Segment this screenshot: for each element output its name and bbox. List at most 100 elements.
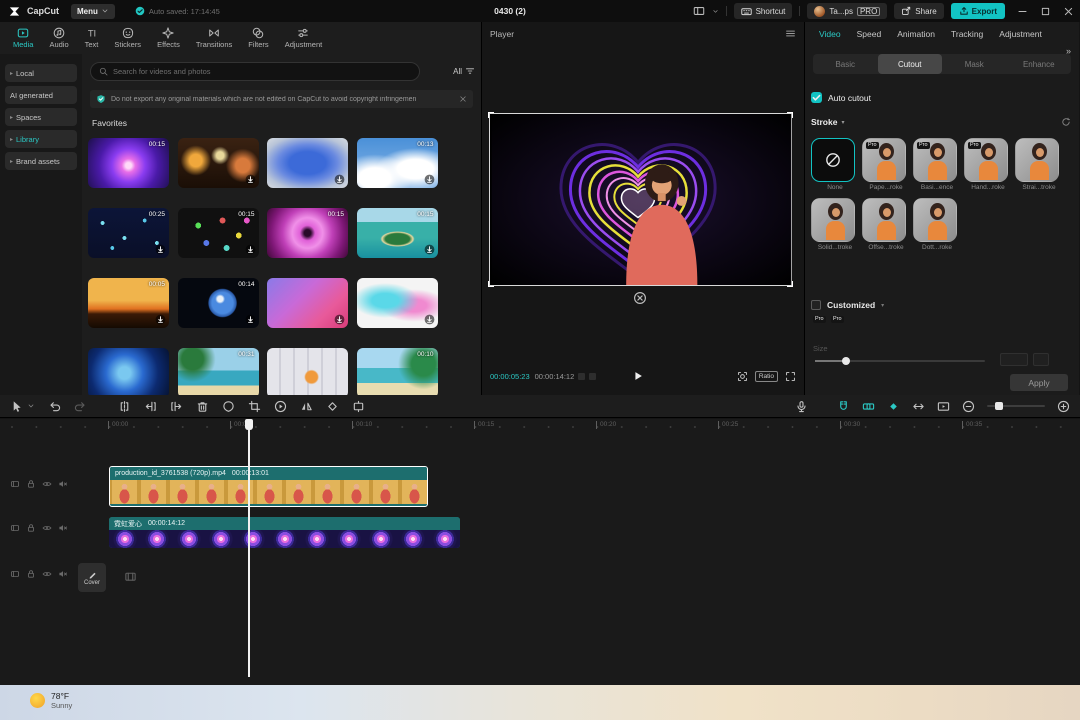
delete-left-icon[interactable] xyxy=(144,400,157,413)
frame-step-button[interactable] xyxy=(578,373,585,380)
stroke-option-offse-troke[interactable]: Offse...troke xyxy=(862,198,913,251)
preview-axis-icon[interactable] xyxy=(937,400,950,413)
close-button[interactable] xyxy=(1063,6,1074,17)
media-thumb-blue-heart[interactable] xyxy=(88,348,169,395)
track-icon[interactable] xyxy=(10,569,20,579)
apply-button[interactable]: Apply xyxy=(1010,374,1068,391)
download-icon[interactable] xyxy=(245,314,256,325)
freeze-icon[interactable] xyxy=(326,400,339,413)
cover-button[interactable]: Cover xyxy=(78,563,106,592)
shortcut-button[interactable]: Shortcut xyxy=(734,3,793,19)
player-menu-icon[interactable] xyxy=(785,28,796,39)
download-icon[interactable] xyxy=(245,174,256,185)
zoom-out-icon[interactable] xyxy=(962,400,975,413)
media-thumb-keyboard-hand[interactable] xyxy=(267,348,348,395)
tab-effects[interactable]: Effects xyxy=(150,23,187,53)
subtab-enhance[interactable]: Enhance xyxy=(1007,54,1072,74)
speed-icon[interactable] xyxy=(274,400,287,413)
sidebar-item-brand-assets[interactable]: ▸Brand assets xyxy=(5,152,77,170)
mirror-icon[interactable] xyxy=(300,400,313,413)
menu-button[interactable]: Menu xyxy=(71,4,115,19)
media-thumb-night-particles[interactable]: 00:25 xyxy=(88,208,169,258)
frame-step-button[interactable] xyxy=(589,373,596,380)
stroke-option-basi-ence[interactable]: ProBasi...ence xyxy=(913,138,964,191)
selection-handle[interactable] xyxy=(488,281,494,287)
download-icon[interactable] xyxy=(424,174,435,185)
maximize-button[interactable] xyxy=(1040,6,1051,17)
share-button[interactable]: Share xyxy=(894,3,943,19)
timeline-clip-video[interactable]: production_id_3761538 (720p).mp4 00:00:1… xyxy=(109,466,428,507)
slider-knob[interactable] xyxy=(842,357,850,365)
eye-icon[interactable] xyxy=(42,523,52,533)
stroke-option-dott-roke[interactable]: Dott...roke xyxy=(913,198,964,251)
eye-icon[interactable] xyxy=(42,479,52,489)
customized-checkbox[interactable]: Customized ▾ xyxy=(811,300,884,310)
media-thumb-color-stars[interactable]: 00:15 xyxy=(178,208,259,258)
tab-audio[interactable]: Audio xyxy=(42,23,75,53)
selection-handle[interactable] xyxy=(488,112,494,118)
redo-icon[interactable] xyxy=(74,400,87,413)
media-thumb-pink-gradient[interactable] xyxy=(267,278,348,328)
timeline-clip-background[interactable]: 霓虹爱心 00:00:14:12 xyxy=(109,517,460,548)
tab-adjustment[interactable]: Adjustment xyxy=(278,23,330,53)
minimize-button[interactable] xyxy=(1017,6,1028,17)
crop-icon[interactable] xyxy=(248,400,261,413)
zoom-in-icon[interactable] xyxy=(1057,400,1070,413)
video-preview[interactable] xyxy=(489,113,792,286)
filter-all-button[interactable]: All xyxy=(453,66,475,76)
layout-icon[interactable] xyxy=(693,5,705,17)
track-icon[interactable] xyxy=(10,479,20,489)
sidebar-item-local[interactable]: ▸Local xyxy=(5,64,77,82)
sidebar-item-library[interactable]: ▸Library xyxy=(5,130,77,148)
timeline[interactable]: 00:0000:0500:1000:1500:2000:2500:3000:35… xyxy=(0,419,1080,685)
eye-icon[interactable] xyxy=(42,569,52,579)
selection-handle[interactable] xyxy=(787,112,793,118)
tab-media[interactable]: Media xyxy=(6,23,40,53)
sidebar-item-spaces[interactable]: ▸Spaces xyxy=(5,108,77,126)
delete-icon[interactable] xyxy=(196,400,209,413)
reframe-icon[interactable] xyxy=(352,400,365,413)
adapt-timeline-icon[interactable] xyxy=(912,400,925,413)
undo-icon[interactable] xyxy=(48,400,61,413)
chevron-down-icon[interactable] xyxy=(712,8,719,15)
media-thumb-pink-heart-tunnel[interactable]: 00:15 xyxy=(267,208,348,258)
inspector-tab-animation[interactable]: Animation xyxy=(897,29,935,39)
reset-icon[interactable] xyxy=(1061,117,1071,127)
cover-frame-icon[interactable] xyxy=(124,570,137,583)
split-icon[interactable] xyxy=(118,400,131,413)
media-thumb-island[interactable]: 00:15 xyxy=(357,208,438,258)
mute-icon[interactable] xyxy=(58,569,68,579)
play-button[interactable] xyxy=(632,370,644,382)
select-tool-icon[interactable] xyxy=(10,400,23,413)
download-icon[interactable] xyxy=(424,244,435,255)
record-voiceover-icon[interactable] xyxy=(795,400,808,413)
auto-keyframe-toggle-icon[interactable] xyxy=(887,400,900,413)
delete-right-icon[interactable] xyxy=(170,400,183,413)
download-icon[interactable] xyxy=(155,314,166,325)
subtab-cutout[interactable]: Cutout xyxy=(878,54,943,74)
mute-icon[interactable] xyxy=(58,479,68,489)
stroke-option-hand-roke[interactable]: ProHand...roke xyxy=(964,138,1015,191)
playhead[interactable] xyxy=(248,419,250,677)
weather-widget[interactable]: 78°F Sunny xyxy=(30,691,72,710)
download-icon[interactable] xyxy=(334,314,345,325)
snapping-toggle-icon[interactable] xyxy=(837,400,850,413)
mute-icon[interactable] xyxy=(58,523,68,533)
preview-quality-icon[interactable] xyxy=(737,371,748,382)
close-icon[interactable] xyxy=(459,95,467,103)
stroke-option-pape-roke[interactable]: ProPape...roke xyxy=(862,138,913,191)
media-thumb-palm-beach[interactable]: 00:31 xyxy=(178,348,259,395)
inspector-tab-adjustment[interactable]: Adjustment xyxy=(999,29,1042,39)
account-button[interactable]: Ta...ps PRO xyxy=(807,3,887,19)
media-thumb-camel-sunset[interactable]: 00:05 xyxy=(88,278,169,328)
download-icon[interactable] xyxy=(245,244,256,255)
chevron-down-icon[interactable] xyxy=(27,402,35,410)
selection-handle[interactable] xyxy=(787,281,793,287)
media-thumb-sky-clouds[interactable]: 00:13 xyxy=(357,138,438,188)
search-input[interactable]: Search for videos and photos xyxy=(90,62,420,81)
linked-preview-toggle-icon[interactable] xyxy=(862,400,875,413)
stroke-option-strai-troke[interactable]: Strai...troke xyxy=(1015,138,1066,191)
deselect-button[interactable] xyxy=(633,291,647,305)
tab-filters[interactable]: Filters xyxy=(241,23,275,53)
mask-icon[interactable] xyxy=(222,400,235,413)
